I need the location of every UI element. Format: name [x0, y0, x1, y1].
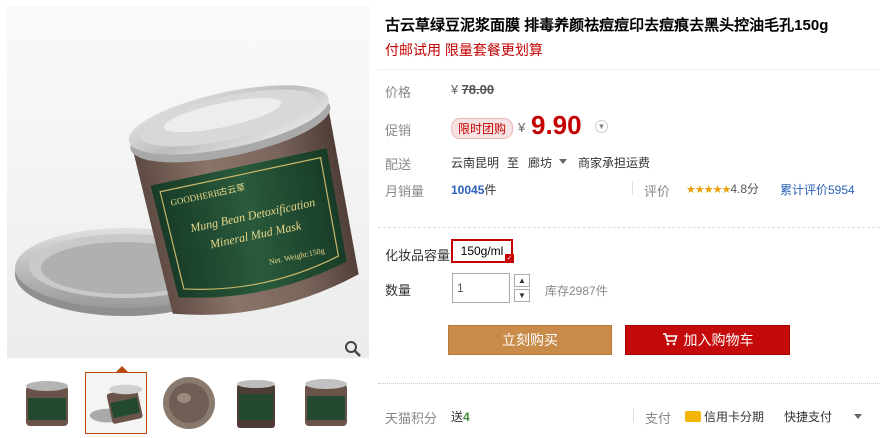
- product-jar-illustration: GOODHERB 古云草 Mung Bean Detoxification Mi…: [7, 6, 369, 358]
- promo-price: 9.90: [531, 110, 582, 140]
- sales-count-group: 10045件: [451, 181, 496, 198]
- price-label: 价格: [385, 85, 412, 100]
- points-label: 天猫积分: [385, 411, 438, 426]
- main-product-image[interactable]: GOODHERB 古云草 Mung Bean Detoxification Mi…: [7, 6, 369, 358]
- credit-card-icon: [685, 411, 701, 423]
- sales-count: 10045: [451, 183, 485, 197]
- chevron-down-icon[interactable]: ▼: [595, 120, 608, 133]
- destination-dropdown-icon[interactable]: [559, 159, 567, 164]
- quantity-increase-button[interactable]: ▲: [514, 274, 530, 287]
- shipping-destination[interactable]: 廊坊: [528, 154, 552, 171]
- thumbnail-1[interactable]: [16, 372, 78, 434]
- product-title: 古云草绿豆泥浆面膜 排毒养颜祛痘痘印去痘痕去黑头控油毛孔150g: [385, 17, 829, 34]
- payment-label: 支付: [645, 411, 672, 426]
- rating-group: ★★★★★4.8分: [686, 180, 759, 197]
- rating-score: 4.8分: [730, 182, 759, 196]
- credit-installment[interactable]: 信用卡分期: [685, 408, 764, 425]
- rating-label: 评价: [644, 184, 671, 199]
- quantity-label: 数量: [385, 283, 412, 298]
- sales-label: 月销量: [385, 184, 425, 199]
- divider: [633, 408, 634, 422]
- sales-unit: 件: [484, 183, 497, 197]
- promo-currency: ¥: [518, 120, 526, 135]
- payment-dropdown-icon[interactable]: [854, 414, 862, 419]
- thumbnail-2[interactable]: [85, 372, 147, 434]
- points-value: 4: [463, 410, 470, 424]
- shipping-label: 配送: [385, 157, 412, 172]
- promo-label: 促销: [385, 123, 412, 138]
- credit-installment-label: 信用卡分期: [704, 410, 765, 424]
- quantity-input[interactable]: [452, 273, 510, 303]
- stock-text: 库存2987件: [545, 284, 608, 298]
- original-price: ¥ 78.00: [451, 82, 494, 97]
- add-to-cart-label: 加入购物车: [683, 332, 754, 348]
- sku-label: 化妆品容量: [385, 248, 451, 263]
- divider: [378, 383, 880, 384]
- original-currency: ¥: [451, 82, 459, 97]
- add-to-cart-button[interactable]: 加入购物车: [625, 325, 790, 355]
- magnifier-icon[interactable]: [344, 340, 362, 358]
- quantity-decrease-button[interactable]: ▼: [514, 289, 530, 302]
- price-panel: 价格 ¥ 78.00 促销 限时团购 ¥ 9.90 ▼ 配送 云南昆明 至 廊坊…: [378, 69, 880, 228]
- original-price-value: 78.00: [461, 82, 495, 97]
- thumbnail-3[interactable]: [158, 372, 220, 434]
- shipping-from: 云南昆明: [451, 156, 500, 170]
- shopping-cart-icon: [662, 327, 678, 355]
- shipping-to-word: 至: [507, 156, 520, 170]
- selected-check-icon: ✓: [505, 254, 514, 263]
- product-subtitle: 付邮试用 限量套餐更划算: [385, 42, 543, 58]
- sku-option-150g[interactable]: 150g/ml: [451, 239, 513, 263]
- thumbnail-5[interactable]: [295, 372, 357, 434]
- thumbnail-strip: [7, 366, 369, 438]
- divider: [632, 181, 633, 195]
- thumbnail-4[interactable]: [225, 372, 287, 434]
- points-prefix: 送: [451, 410, 464, 424]
- quick-pay[interactable]: 快捷支付: [784, 408, 832, 425]
- review-count-link[interactable]: 累计评价5954: [780, 181, 855, 198]
- points-text: 送4: [451, 408, 470, 425]
- buy-now-button[interactable]: 立刻购买: [448, 325, 612, 355]
- promo-badge: 限时团购: [451, 118, 514, 139]
- shipping-fee: 商家承担运费: [578, 156, 651, 170]
- star-rating-icon: ★★★★★: [686, 184, 731, 196]
